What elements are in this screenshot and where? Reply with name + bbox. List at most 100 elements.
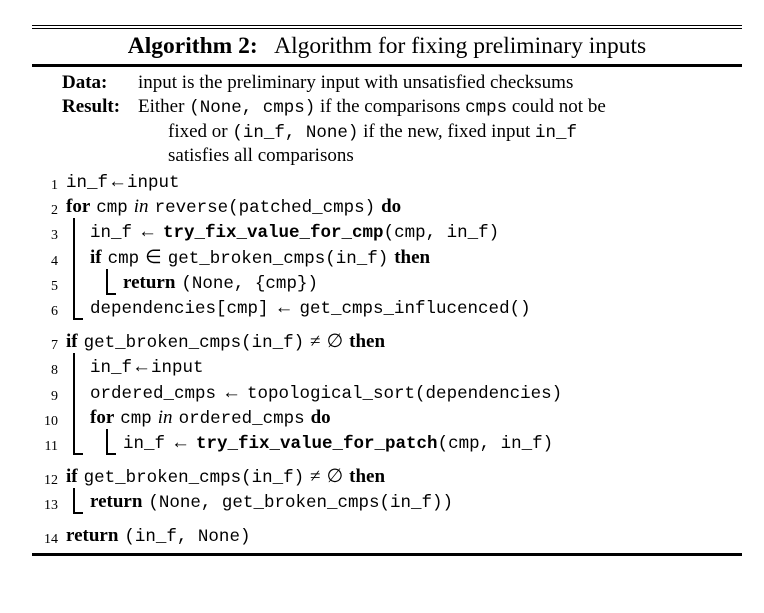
block-indent-rail <box>73 218 83 321</box>
code-text: dependencies[cmp] ← get_cmps_influcenced() <box>58 296 742 321</box>
line-number: 11 <box>44 438 58 454</box>
code-token: in <box>133 196 149 218</box>
code-line: 13 return (None, get_broken_cmps(in_f)) <box>32 490 742 515</box>
code-text: for cmp in ordered_cmps do <box>58 406 742 431</box>
code-lines: 1 in_f←input 2 for cmp in reverse(patched_cmps… <box>32 170 742 550</box>
code-token: if <box>66 331 78 353</box>
code-line: 4 if cmp ∈ get_broken_cmps(in_f) then <box>32 246 742 271</box>
line-number: 3 <box>51 228 58 244</box>
code-token: (cmp, in_f) <box>383 223 500 244</box>
line-number: 14 <box>44 532 58 548</box>
code-line: 6 dependencies[cmp] ← get_cmps_influcenced(… <box>32 296 742 321</box>
code-token: cmp <box>96 198 128 219</box>
line-number: 4 <box>51 253 58 269</box>
code-line: 7 if get_broken_cmps(in_f) ≠ ∅ then <box>32 330 742 355</box>
code-token: for <box>90 406 115 428</box>
code-line: 9 ordered_cmps ← topological_sort(dependenc… <box>32 381 742 406</box>
result-l2-text-a: fixed or <box>168 120 233 142</box>
code-token: ordered_cmps <box>178 408 305 429</box>
result-label: Result: <box>62 96 121 118</box>
code-line: 3 in_f ← try_fix_value_for_cmp(cmp, in_f) <box>32 220 742 245</box>
code-token: ← <box>222 381 242 403</box>
result-text-c: could not be <box>507 96 606 118</box>
result-value-line-1: Either (None, cmps) if the comparisons c… <box>134 95 742 119</box>
code-token: ∅ <box>326 466 344 488</box>
algorithm-block: Algorithm 2: Algorithm for fixing prelim… <box>32 25 742 556</box>
code-token: in <box>157 406 173 428</box>
result-value-line-3: satisfies all comparisons <box>168 144 354 166</box>
code-token: if <box>90 246 102 268</box>
code-text: in_f ← try_fix_value_for_patch(cmp, in_f) <box>58 431 742 456</box>
code-token: topological_sort(dependencies) <box>247 383 563 404</box>
algorithm-caption-label: Algorithm 2: <box>127 33 258 59</box>
code-token: ← <box>138 221 158 243</box>
block-indent-rail <box>73 488 83 515</box>
code-text: ordered_cmps ← topological_sort(dependenci… <box>58 381 742 406</box>
code-token: ordered_cmps <box>90 383 217 404</box>
result-mono-cmps: cmps <box>465 98 508 119</box>
code-token: try_fix_value_for_cmp <box>163 223 384 244</box>
code-token: in_f <box>66 173 109 193</box>
code-token: reverse(patched_cmps) <box>154 198 376 219</box>
code-line: 14 return (in_f, None) <box>32 524 742 549</box>
code-token: ≠ <box>310 466 321 488</box>
result-text-a: Either <box>138 96 190 118</box>
code-token: if <box>66 466 78 488</box>
data-row: Data: input is the preliminary input wit… <box>32 71 742 95</box>
code-token: dependencies[cmp] <box>90 298 269 319</box>
result-mono-inf-none: (in_f, None) <box>232 122 359 143</box>
code-text: return (None, {cmp}) <box>58 271 742 296</box>
code-token: (in_f, None) <box>124 527 251 548</box>
data-label: Data: <box>62 72 108 94</box>
result-mono-inf: in_f <box>535 122 578 143</box>
code-text: in_f ← try_fix_value_for_cmp(cmp, in_f) <box>58 220 742 245</box>
code-line: 8 in_f←input <box>32 355 742 380</box>
result-row: Result: Either (None, cmps) if the compa… <box>32 95 742 119</box>
line-number: 12 <box>44 473 58 489</box>
block-indent-rail <box>106 428 116 456</box>
algorithm-caption-text: Algorithm for fixing preliminary inputs <box>274 33 647 59</box>
line-number: 8 <box>51 363 58 379</box>
code-line: 1 in_f←input <box>32 170 742 195</box>
block-indent-rail <box>106 268 116 295</box>
code-token: for <box>66 196 91 218</box>
code-token: get_broken_cmps(in_f) <box>167 248 389 269</box>
code-text: if get_broken_cmps(in_f) ≠ ∅ then <box>58 330 742 355</box>
result-text-b: if the comparisons <box>315 96 466 118</box>
line-number: 1 <box>51 178 58 193</box>
line-number: 10 <box>44 413 58 429</box>
code-line: 12 if get_broken_cmps(in_f) ≠ ∅ then <box>32 465 742 490</box>
code-text: in_f←input <box>58 170 742 195</box>
code-line: 11 in_f ← try_fix_value_for_patch(cmp, in_f… <box>32 431 742 456</box>
line-number: 7 <box>51 338 58 354</box>
result-value-line-2: fixed or (in_f, None) if the new, fixed … <box>32 120 742 144</box>
code-token: get_cmps_influcenced() <box>299 298 531 319</box>
bottom-rule <box>32 552 742 556</box>
code-token: ← <box>274 296 294 318</box>
code-token: (None, {cmp}) <box>181 273 318 294</box>
code-line: 2 for cmp in reverse(patched_cmps) do <box>32 195 742 220</box>
code-token: ∅ <box>326 331 344 353</box>
code-text: for cmp in reverse(patched_cmps) do <box>58 195 742 220</box>
code-token: return <box>123 271 176 293</box>
algorithm-caption: Algorithm 2: Algorithm for fixing prelim… <box>32 29 742 64</box>
code-token: (None, get_broken_cmps(in_f)) <box>148 493 453 514</box>
io-specification: Data: input is the preliminary input wit… <box>32 71 742 168</box>
block-indent-rail <box>73 353 83 456</box>
algorithm-body: Data: input is the preliminary input wit… <box>32 67 742 552</box>
code-token: then <box>394 246 431 268</box>
code-token: cmp <box>107 248 140 269</box>
code-token: get_broken_cmps(in_f) <box>83 333 305 354</box>
code-token: then <box>349 466 386 488</box>
line-number: 13 <box>44 498 58 514</box>
code-token: ← <box>171 431 191 453</box>
code-token: input <box>151 358 204 379</box>
code-token: ≠ <box>310 331 321 353</box>
code-token: do <box>310 406 331 428</box>
code-token: cmp <box>120 408 152 429</box>
line-number: 6 <box>51 303 58 319</box>
data-value: input is the preliminary input with unsa… <box>138 72 574 94</box>
code-text: if cmp ∈ get_broken_cmps(in_f) then <box>58 246 742 271</box>
code-token: return <box>90 491 143 513</box>
code-token: in_f <box>90 358 133 379</box>
